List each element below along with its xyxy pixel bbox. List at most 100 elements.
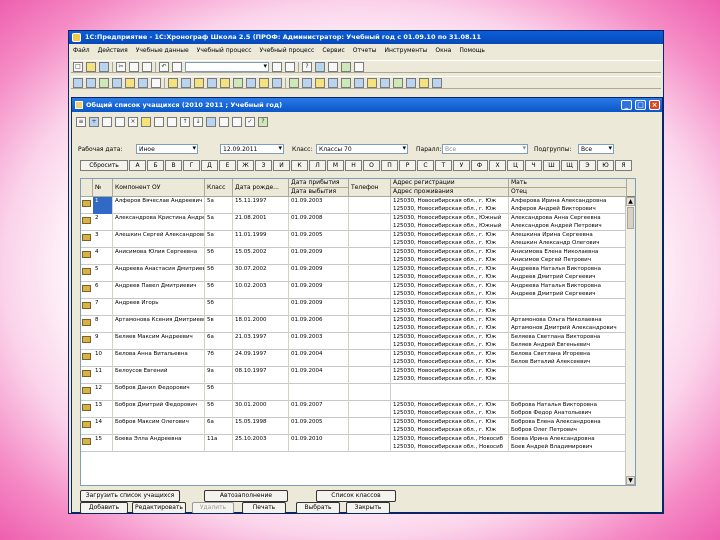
- calculator-icon[interactable]: [315, 61, 325, 72]
- copy-row-icon[interactable]: [102, 117, 112, 127]
- letter-button[interactable]: Е: [219, 160, 236, 171]
- letter-button[interactable]: Д: [201, 160, 218, 171]
- document-icon[interactable]: [246, 77, 256, 88]
- actions-icon[interactable]: ≡: [76, 117, 86, 127]
- search-prev-icon[interactable]: [285, 61, 295, 72]
- filter-row-icon[interactable]: [154, 117, 164, 127]
- schedule-icon[interactable]: [86, 77, 96, 88]
- letter-button[interactable]: Ш: [543, 160, 560, 171]
- autofill-button[interactable]: Автозаполнение: [204, 490, 288, 502]
- header-class[interactable]: Класс: [205, 179, 233, 197]
- folder-icon[interactable]: [168, 77, 178, 88]
- help-list-icon[interactable]: ?: [258, 117, 268, 127]
- table-row[interactable]: 14 Бобров Максим Олегович 6а 15.05.1998 01.0…: [81, 418, 635, 435]
- table-icon[interactable]: [181, 77, 191, 88]
- letter-button[interactable]: Х: [489, 160, 506, 171]
- letter-button[interactable]: Ж: [237, 160, 254, 171]
- tag-icon[interactable]: [419, 77, 429, 88]
- letter-button[interactable]: М: [327, 160, 344, 171]
- parallel-select[interactable]: Все: [442, 144, 528, 154]
- class-list-button[interactable]: Список классов: [316, 490, 396, 502]
- table-row[interactable]: 12 Бобров Данил Федорович 5б: [81, 384, 635, 401]
- edit-button[interactable]: Редактировать: [132, 502, 186, 513]
- close-list-button[interactable]: Закрыть: [346, 502, 390, 513]
- letter-button[interactable]: П: [381, 160, 398, 171]
- key-icon[interactable]: [259, 77, 269, 88]
- close-button[interactable]: ×: [649, 100, 660, 110]
- header-live-address[interactable]: Адрес проживания: [391, 188, 509, 197]
- table-row[interactable]: 13 Бобров Дмитрий Федорович 5б 30.01.2000 01…: [81, 401, 635, 418]
- grades-icon[interactable]: [99, 77, 109, 88]
- archive-icon[interactable]: [315, 77, 325, 88]
- undo-icon[interactable]: ↶: [159, 61, 169, 72]
- menu-file[interactable]: Файл: [73, 45, 90, 56]
- calendar-icon[interactable]: [328, 61, 338, 72]
- user-icon[interactable]: [272, 77, 282, 88]
- add-button[interactable]: Добавить: [80, 502, 128, 513]
- sort-asc-icon[interactable]: ↑: [180, 117, 190, 127]
- letter-button[interactable]: И: [273, 160, 290, 171]
- letter-button[interactable]: Л: [309, 160, 326, 171]
- help-icon[interactable]: ?: [302, 61, 312, 72]
- header-name[interactable]: Компонент ОУ: [113, 179, 205, 197]
- delete-button[interactable]: Удалить: [192, 502, 234, 513]
- menu-study-data[interactable]: Учебные данные: [136, 45, 189, 56]
- letter-button[interactable]: З: [255, 160, 272, 171]
- menu-study-process[interactable]: Учебный процесс: [197, 45, 252, 56]
- header-departure[interactable]: Дата выбытия: [289, 188, 349, 197]
- header-birth[interactable]: Дата рожде...: [233, 179, 289, 197]
- search-next-icon[interactable]: [272, 61, 282, 72]
- menu-actions[interactable]: Действия: [98, 45, 128, 56]
- letter-button[interactable]: С: [417, 160, 434, 171]
- load-students-button[interactable]: Загрузить список учащихся: [80, 490, 180, 502]
- group-icon[interactable]: [141, 117, 151, 127]
- header-arrival[interactable]: Дата прибытия: [289, 179, 349, 188]
- letter-button[interactable]: Ю: [597, 160, 614, 171]
- report-icon[interactable]: [341, 61, 351, 72]
- letter-button[interactable]: О: [363, 160, 380, 171]
- delete-icon[interactable]: ×: [128, 117, 138, 127]
- table-row[interactable]: 15 Боева Элла Андреевна 11а 25.10.2003 01.09…: [81, 435, 635, 452]
- preview-icon[interactable]: [341, 77, 351, 88]
- find-icon[interactable]: [172, 61, 182, 72]
- letter-button[interactable]: Р: [399, 160, 416, 171]
- maximize-button[interactable]: □: [635, 100, 646, 110]
- copy-icon[interactable]: [129, 61, 139, 72]
- letter-button[interactable]: Б: [147, 160, 164, 171]
- filter-off-icon[interactable]: [167, 117, 177, 127]
- filter-icon[interactable]: [393, 77, 403, 88]
- search-combo[interactable]: [185, 61, 269, 72]
- scroll-up-icon[interactable]: ▲: [626, 197, 635, 206]
- sort-desc-icon[interactable]: ↓: [193, 117, 203, 127]
- letter-button[interactable]: Т: [435, 160, 452, 171]
- table-row[interactable]: 5 Андреева Анастасия Дмитриевна 5б 30.07.20…: [81, 265, 635, 282]
- letter-button[interactable]: Я: [615, 160, 632, 171]
- list-icon[interactable]: [233, 77, 243, 88]
- print-icon[interactable]: [328, 77, 338, 88]
- letter-button[interactable]: В: [165, 160, 182, 171]
- menu-windows[interactable]: Окна: [435, 45, 451, 56]
- header-reg-address[interactable]: Адрес регистрации: [391, 179, 509, 188]
- chart-icon[interactable]: [207, 77, 217, 88]
- letter-button[interactable]: Н: [345, 160, 362, 171]
- header-mother[interactable]: Мать: [509, 179, 627, 188]
- sort-icon[interactable]: [406, 77, 416, 88]
- letter-button[interactable]: А: [129, 160, 146, 171]
- info-icon[interactable]: [432, 77, 442, 88]
- subjects-icon[interactable]: [151, 77, 161, 88]
- table-row[interactable]: 11 Белоусов Евгений 9а 08.10.1997 01.09.2004…: [81, 367, 635, 384]
- print-button[interactable]: Печать: [242, 502, 286, 513]
- classes-icon[interactable]: [138, 77, 148, 88]
- move-icon[interactable]: [206, 117, 216, 127]
- working-date-combo[interactable]: Иное: [136, 144, 198, 154]
- letter-button[interactable]: Г: [183, 160, 200, 171]
- select-button[interactable]: Выбрать: [296, 502, 340, 513]
- table-row[interactable]: 8 Артамонова Ксения Дмитриевна 5в 18.01.200…: [81, 316, 635, 333]
- teachers-icon[interactable]: [125, 77, 135, 88]
- settings-icon[interactable]: [354, 61, 364, 72]
- save-icon[interactable]: [99, 61, 109, 72]
- check-icon[interactable]: ✓: [245, 117, 255, 127]
- table-row[interactable]: 1 Алферов Вячеслав Андреевич 5а 15.11.1997 0…: [81, 197, 635, 214]
- cut-icon[interactable]: ✂: [116, 61, 126, 72]
- table-row[interactable]: 9 Беляев Максим Андреевич 6а 21.03.1997 01.0…: [81, 333, 635, 350]
